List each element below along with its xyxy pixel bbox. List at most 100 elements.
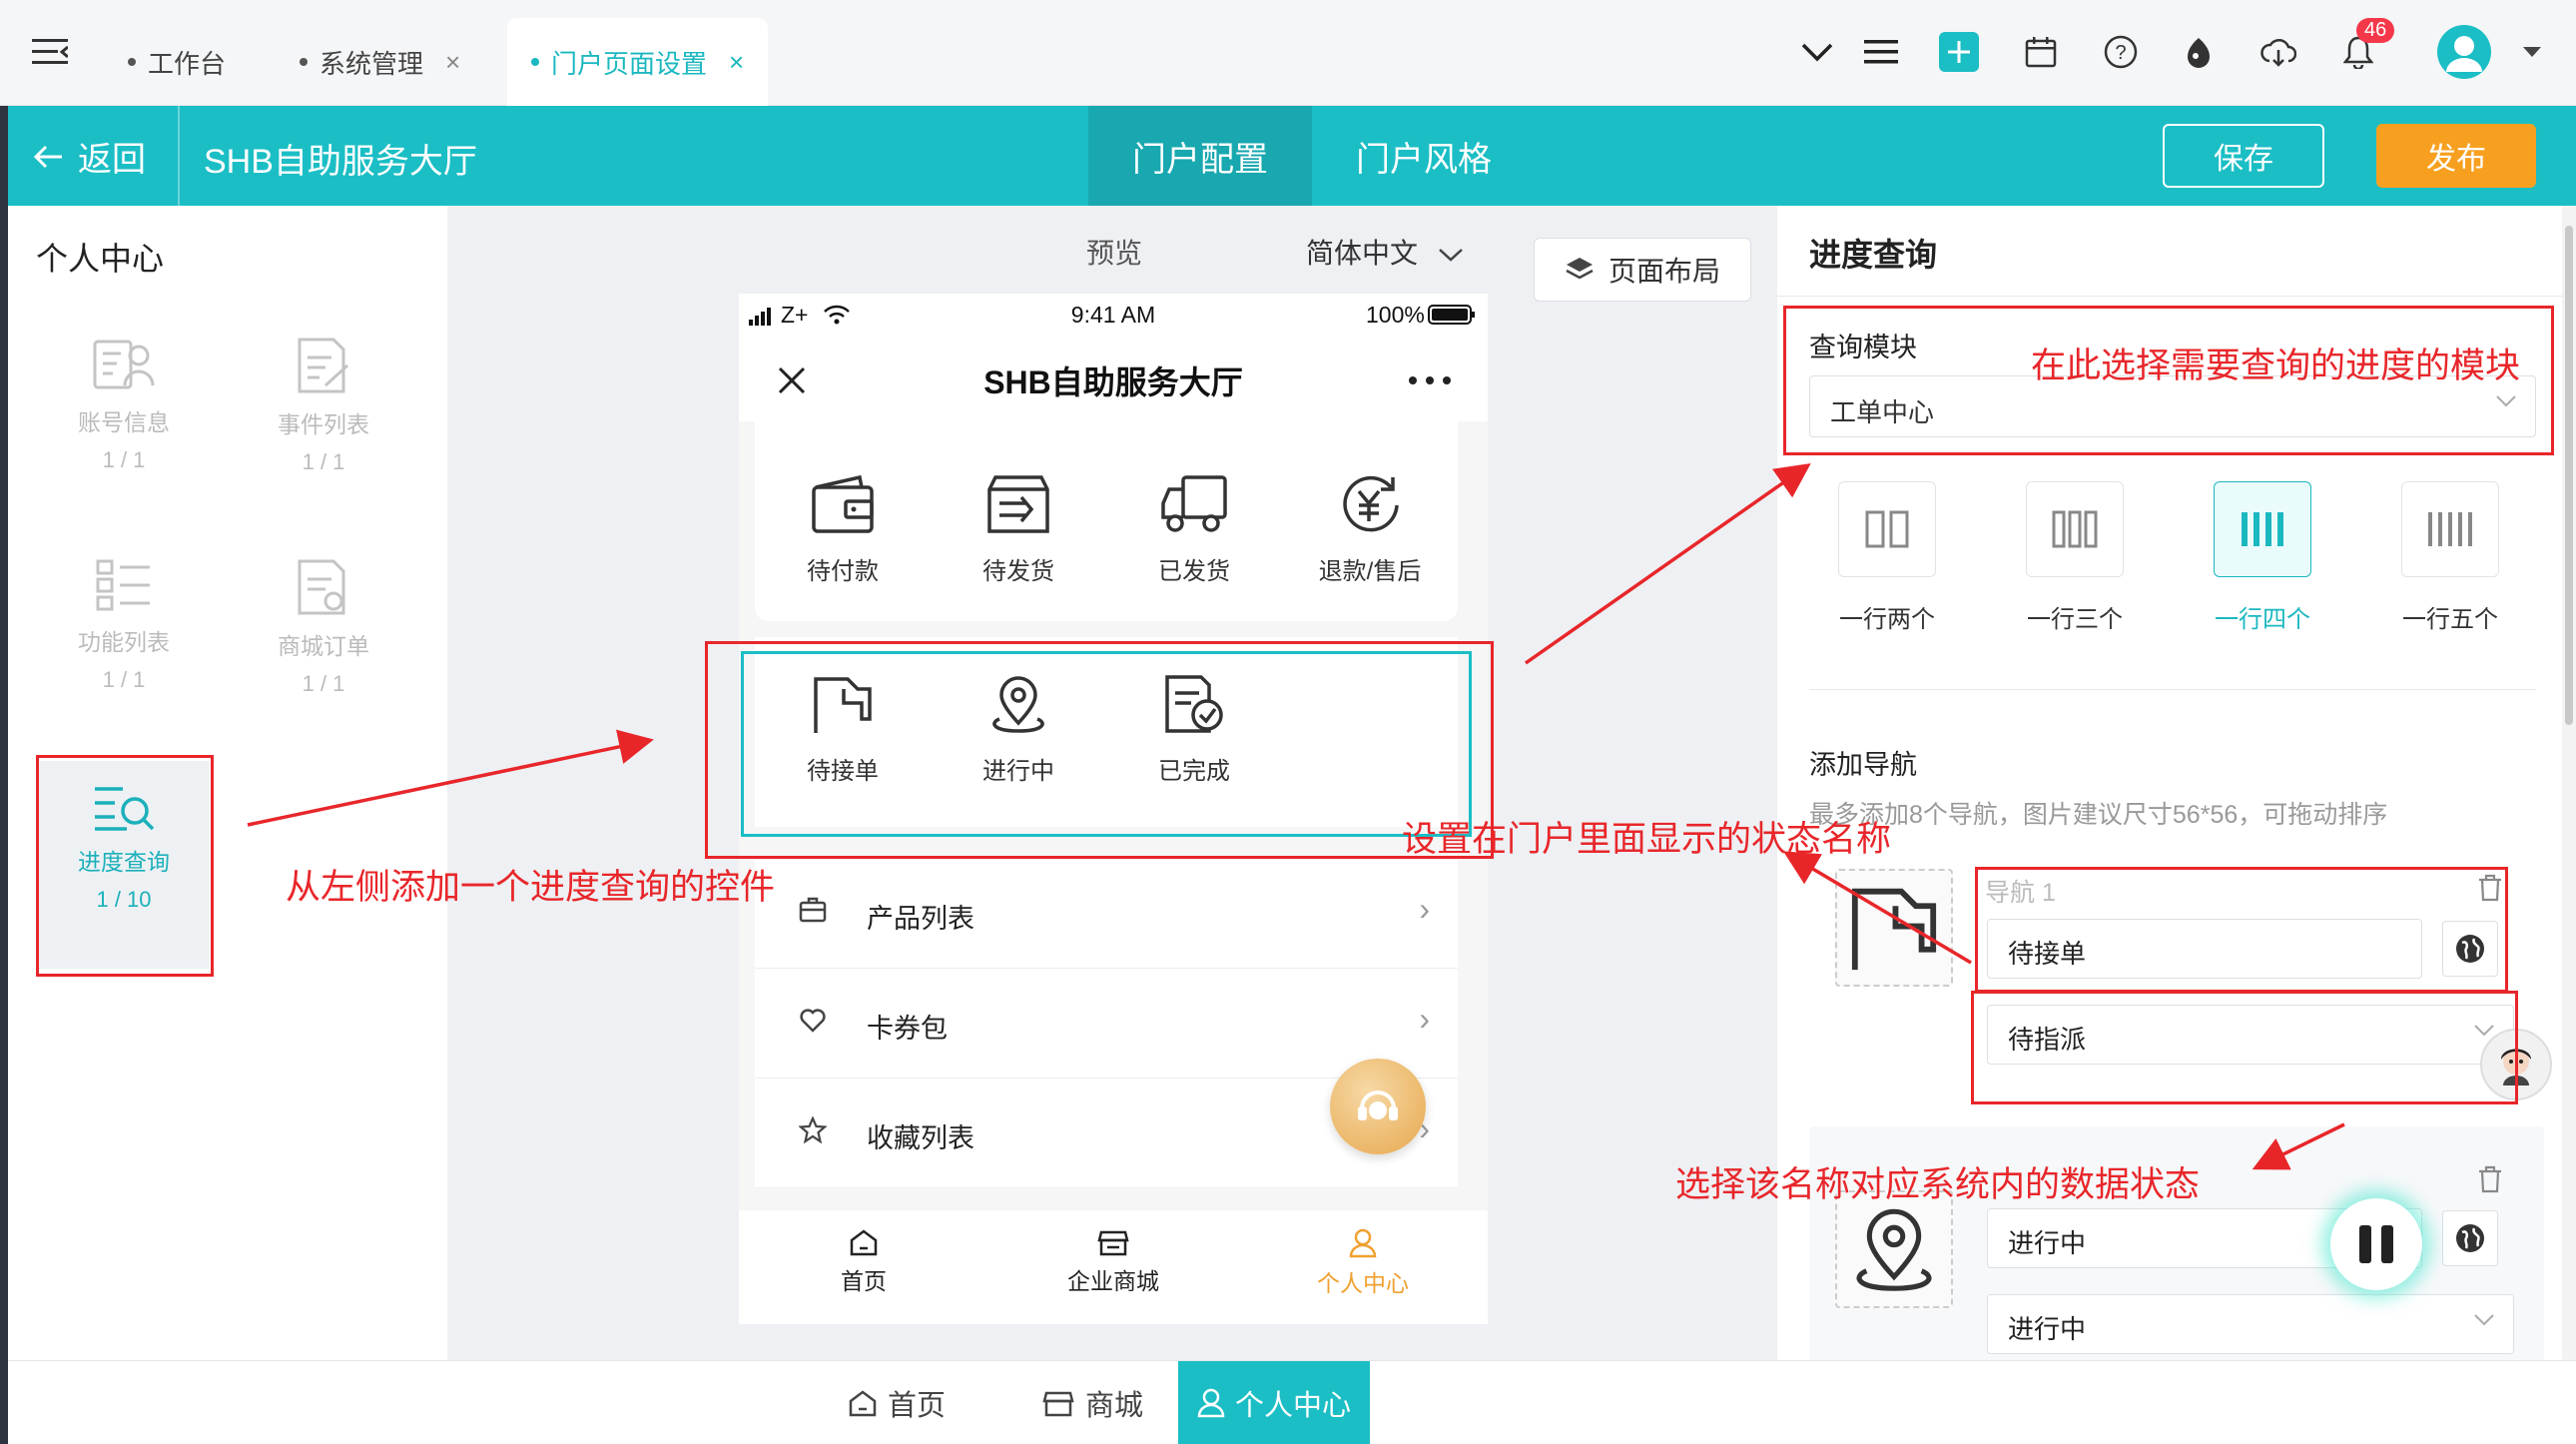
chevron-right-icon: ›: [1419, 891, 1430, 927]
tab-dot-icon: [531, 58, 539, 66]
list-icon[interactable]: [1859, 30, 1903, 74]
widget-label: 功能列表: [78, 629, 170, 655]
nav-image-upload[interactable]: [1835, 869, 1953, 987]
help-icon[interactable]: ?: [2099, 30, 2143, 74]
phone-tab-mall[interactable]: 企业商城: [988, 1228, 1238, 1296]
back-label: 返回: [78, 141, 146, 179]
calendar-icon[interactable]: [2019, 30, 2063, 74]
nav-status-select[interactable]: 进行中: [1987, 1294, 2514, 1354]
avatar[interactable]: [2436, 24, 2492, 80]
publish-button[interactable]: 发布: [2376, 124, 2536, 188]
widget-event-list[interactable]: 事件列表 1 / 1: [244, 336, 403, 475]
order-item-label: 已发货: [1158, 558, 1230, 585]
portal-header: 返回 SHB自助服务大厅 门户配置 门户风格 保存 发布: [8, 106, 2576, 206]
tab-label: 工作台: [148, 48, 227, 79]
tab-portal-config[interactable]: 门户配置: [1088, 106, 1312, 206]
widget-mall-orders[interactable]: 商城订单 1 / 1: [244, 557, 403, 697]
panel-title: 个人中心: [36, 241, 165, 277]
widget-label: 商城订单: [278, 633, 369, 659]
menu-item-label: 产品列表: [867, 904, 974, 934]
cloud-download-icon[interactable]: [2256, 30, 2300, 74]
person-icon: [1349, 1228, 1377, 1258]
menu-item-coupons[interactable]: 卡券包 ›: [755, 969, 1458, 1079]
customer-service-fab[interactable]: [1330, 1059, 1426, 1154]
menu-item-products[interactable]: 产品列表 ›: [755, 859, 1458, 969]
scrollbar[interactable]: [2562, 206, 2576, 1360]
phone-nav-bar: SHB自助服务大厅: [739, 338, 1488, 421]
annotation-box-nav-status: [1971, 991, 2518, 1104]
bottom-tab-personal[interactable]: 个人中心: [1178, 1361, 1370, 1444]
theme-icon[interactable]: [2177, 30, 2221, 74]
svg-text:?: ?: [2115, 42, 2126, 64]
globe-icon: [2456, 1224, 2484, 1252]
menu-toggle-icon[interactable]: [28, 30, 72, 74]
tab-bar: 工作台 系统管理 × 门户页面设置 × ? 46: [0, 0, 2576, 106]
shop-icon: [1042, 1391, 1074, 1417]
order-item-shipped[interactable]: 已发货: [1106, 473, 1282, 586]
layout-two-per-row[interactable]: 一行两个: [1817, 481, 1957, 634]
event-list-icon: [298, 338, 349, 393]
scrollbar-thumb[interactable]: [2565, 226, 2573, 725]
tab-workbench[interactable]: 工作台: [128, 18, 226, 106]
four-columns-icon: [2242, 512, 2283, 546]
widget-label: 事件列表: [278, 411, 369, 437]
truck-icon: [1161, 475, 1227, 532]
widget-function-list[interactable]: 功能列表 1 / 1: [44, 557, 204, 693]
widget-label: 账号信息: [78, 409, 170, 435]
widget-count: 1 / 1: [302, 449, 345, 474]
bell-icon[interactable]: 46: [2336, 18, 2395, 74]
window-edge: [0, 106, 8, 1444]
phone-tab-personal[interactable]: 个人中心: [1238, 1228, 1488, 1298]
order-item-label: 待付款: [807, 558, 879, 585]
recording-pause-button[interactable]: [2330, 1198, 2422, 1290]
bottom-tab-home[interactable]: 首页: [827, 1361, 966, 1444]
annotation-text-data-status: 选择该名称对应系统内的数据状态: [1675, 1165, 2201, 1204]
phone-tab-home[interactable]: 首页: [739, 1228, 988, 1296]
page-layout-button[interactable]: 页面布局: [1534, 238, 1751, 302]
language-select[interactable]: 简体中文: [1306, 232, 1464, 272]
annotation-text-module: 在此选择需要查询的进度的模块: [2031, 347, 2521, 385]
order-item-pending-payment[interactable]: 待付款: [755, 473, 931, 586]
layout-option-label: 一行四个: [2215, 606, 2310, 633]
refund-icon: [1343, 475, 1399, 532]
nav-image-upload[interactable]: [1835, 1190, 1953, 1308]
add-icon[interactable]: [1937, 30, 1981, 74]
tab-dot-icon: [300, 58, 308, 66]
layout-five-per-row[interactable]: 一行五个: [2380, 481, 2520, 634]
nav-name-value: 进行中: [2008, 1228, 2087, 1258]
bottom-tab-label: 商城: [1084, 1390, 1143, 1422]
layout-option-label: 一行两个: [1839, 606, 1935, 633]
tab-portal-settings[interactable]: 门户页面设置 ×: [507, 18, 769, 106]
close-icon[interactable]: ×: [445, 47, 460, 78]
avatar-dropdown-icon[interactable]: [2510, 30, 2554, 74]
bottom-tab-mall[interactable]: 商城: [1022, 1361, 1162, 1444]
annotation-text-left: 从左侧添加一个进度查询的控件: [286, 868, 776, 907]
bottom-tab-label: 首页: [887, 1390, 946, 1422]
widget-count: 1 / 1: [302, 671, 345, 696]
chevron-down-icon[interactable]: [1795, 30, 1839, 74]
language-globe-button[interactable]: [2442, 1210, 2498, 1266]
layout-four-per-row[interactable]: 一行四个: [2193, 481, 2332, 634]
widget-count: 1 / 1: [102, 667, 146, 692]
trash-icon[interactable]: [2476, 1164, 2504, 1194]
order-item-pending-shipment[interactable]: 待发货: [931, 473, 1106, 586]
pause-bar-icon: [2359, 1225, 2371, 1263]
order-item-refund[interactable]: 退款/售后: [1282, 473, 1458, 586]
save-button[interactable]: 保存: [2163, 124, 2324, 188]
three-columns-icon: [2052, 510, 2098, 548]
layout-three-per-row[interactable]: 一行三个: [2005, 481, 2145, 634]
notification-badge: 46: [2356, 18, 2395, 43]
widget-account-info[interactable]: 账号信息 1 / 1: [44, 336, 204, 473]
headset-icon: [1358, 1090, 1398, 1120]
more-icon[interactable]: [1408, 375, 1452, 385]
close-icon[interactable]: ×: [729, 47, 744, 78]
tab-system-management[interactable]: 系统管理 ×: [300, 18, 460, 106]
order-item-label: 退款/售后: [1318, 558, 1422, 585]
chevron-down-icon: [1438, 249, 1463, 262]
tab-portal-style[interactable]: 门户风格: [1312, 106, 1536, 206]
back-button[interactable]: 返回: [34, 132, 146, 181]
header-divider: [178, 106, 180, 206]
star-icon: [799, 1116, 827, 1144]
function-list-icon: [96, 559, 150, 611]
page-title: SHB自助服务大厅: [204, 143, 477, 181]
